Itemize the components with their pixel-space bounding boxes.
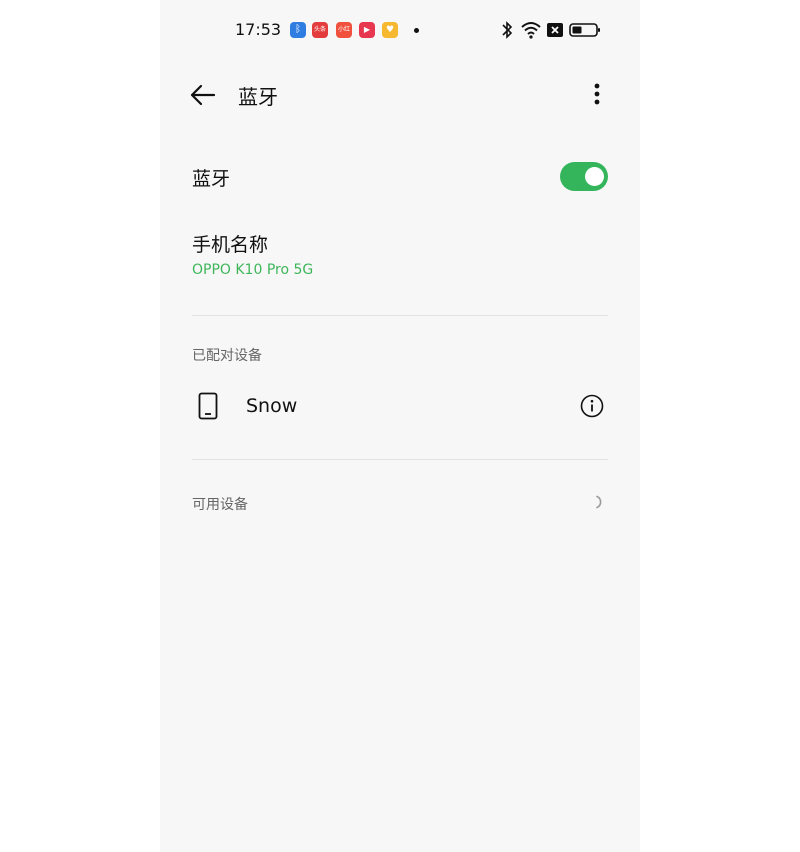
divider	[192, 315, 608, 316]
phone-name-label: 手机名称	[192, 234, 269, 256]
more-options-icon[interactable]	[586, 80, 608, 110]
loading-spinner-icon	[596, 495, 602, 509]
back-arrow-icon[interactable]	[188, 81, 218, 109]
available-devices-header: 可用设备	[192, 497, 248, 513]
battery-icon	[569, 23, 600, 37]
page-title: 蓝牙	[238, 85, 278, 109]
wifi-icon	[521, 22, 541, 39]
paired-device-name: Snow	[246, 395, 298, 417]
no-sim-icon	[547, 23, 563, 37]
bluetooth-label: 蓝牙	[192, 168, 231, 190]
phone-screen: 17:53 ᛒ 头条 小红书 ▶ ♥ 蓝牙	[160, 0, 640, 852]
bluetooth-status-icon	[502, 21, 513, 39]
video-app-icon: ▶	[359, 22, 375, 38]
bluetooth-app-icon: ᛒ	[290, 22, 306, 38]
phone-icon	[198, 392, 218, 420]
more-notifications-dot-icon	[414, 28, 419, 33]
status-time: 17:53	[235, 20, 282, 39]
phone-name-value: OPPO K10 Pro 5G	[192, 262, 314, 278]
paired-device-row[interactable]: Snow	[160, 380, 640, 432]
shopping-app-icon: 小红书	[336, 22, 352, 38]
toggle-knob	[585, 167, 604, 186]
info-icon[interactable]	[580, 394, 604, 418]
bluetooth-toggle-switch[interactable]	[560, 162, 608, 191]
status-bar: 17:53 ᛒ 头条 小红书 ▶ ♥	[160, 0, 640, 60]
divider	[192, 459, 608, 460]
toutiao-app-icon: 头条	[312, 22, 328, 38]
coupon-app-icon: ♥	[382, 22, 398, 38]
paired-devices-header: 已配对设备	[192, 348, 262, 364]
